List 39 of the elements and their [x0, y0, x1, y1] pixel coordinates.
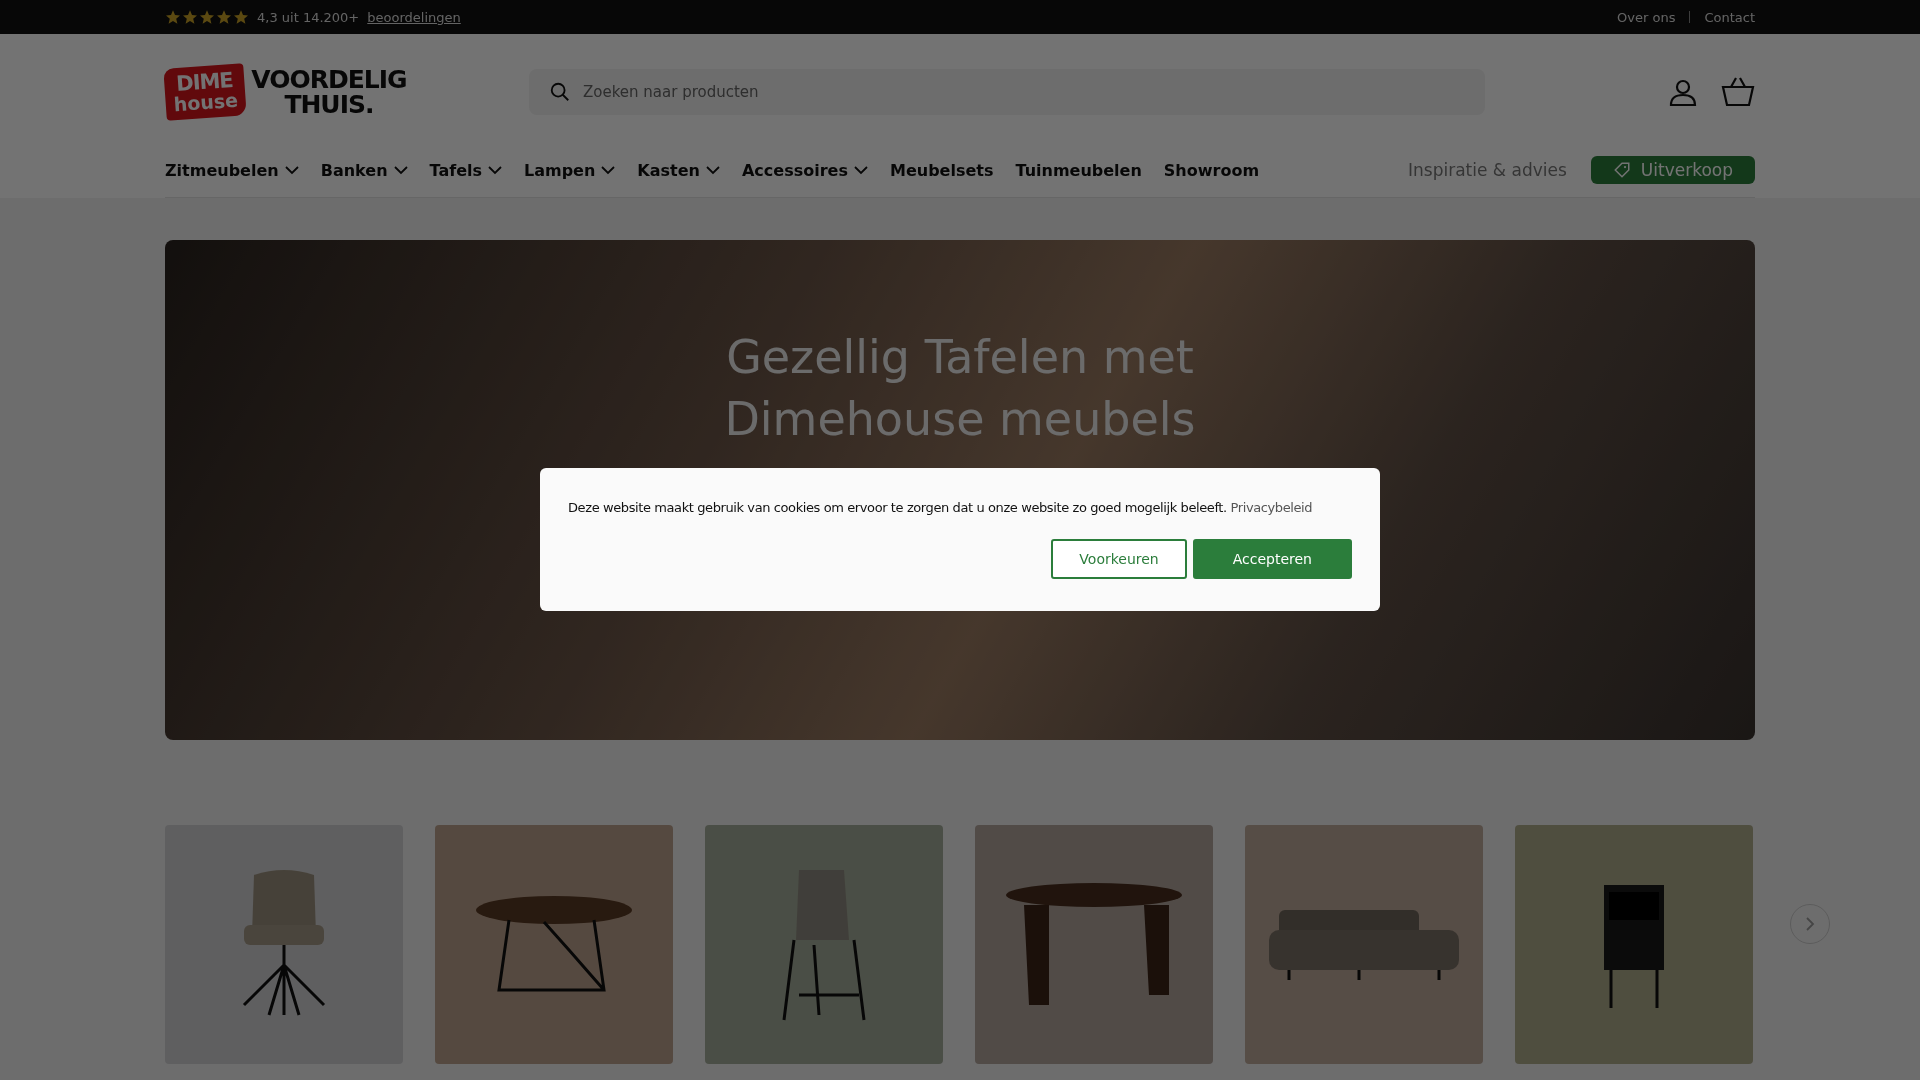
nav-item[interactable]: Lampen — [524, 160, 616, 180]
sale-tag-link[interactable]: Uitverkoop — [1590, 156, 1755, 184]
nav-item[interactable]: Tuinmeubelen — [1015, 160, 1142, 180]
hero-title: Gezellig Tafelen met Dimehouse meubels — [723, 329, 1197, 448]
nav-item[interactable]: Zitmeubelen — [165, 160, 299, 180]
product-card[interactable] — [1245, 825, 1483, 1064]
nav-item[interactable]: Accessoires — [741, 160, 868, 180]
logo-badge[interactable]: DIME house — [163, 62, 248, 121]
nav-item[interactable]: Tafels — [429, 160, 502, 180]
search-field[interactable]: Zoeken naar producten — [529, 68, 1485, 115]
reviews-link[interactable]: beoordelingen — [367, 9, 461, 25]
nav-item[interactable]: Meubelsets — [889, 160, 994, 180]
star-icon — [216, 9, 232, 25]
privacy-link[interactable]: Privacybeleid — [1230, 500, 1313, 515]
logo-wordmark[interactable]: VOORDELIG — [251, 66, 407, 92]
product-card[interactable] — [975, 825, 1213, 1064]
top-link[interactable]: Contact — [1704, 9, 1755, 25]
cookie-message: Deze website maakt gebruik van cookies om ervoor te zorgen dat u onze website zo goed mogelijk beleeft. Privacybeleid — [568, 500, 1314, 515]
nav-item[interactable]: Kasten — [637, 160, 720, 180]
product-card[interactable] — [705, 825, 943, 1064]
product-card[interactable] — [165, 825, 403, 1064]
product-card[interactable] — [1515, 825, 1753, 1064]
rating-text: 4,3 uit 14.200+ — [257, 9, 360, 25]
tag-icon — [1612, 161, 1631, 179]
preferences-button[interactable]: Voorkeuren — [1051, 539, 1187, 579]
nav-link[interactable]: Inspiratie & advies — [1408, 160, 1567, 180]
star-icon — [165, 9, 181, 25]
star-icon — [182, 9, 198, 25]
next-button[interactable] — [1790, 904, 1830, 944]
top-link[interactable]: Over ons — [1617, 9, 1676, 25]
product-card[interactable] — [435, 825, 673, 1064]
basket-button[interactable] — [1721, 75, 1755, 108]
chevron-right-icon — [1804, 916, 1816, 932]
logo-wordmark[interactable]: THUIS. — [284, 91, 374, 117]
nav-item[interactable]: Banken — [320, 160, 408, 180]
accept-button[interactable]: Accepteren — [1192, 539, 1352, 579]
nav-item[interactable]: Showroom — [1163, 160, 1260, 180]
star-icon — [233, 9, 249, 25]
star-icon — [199, 9, 215, 25]
